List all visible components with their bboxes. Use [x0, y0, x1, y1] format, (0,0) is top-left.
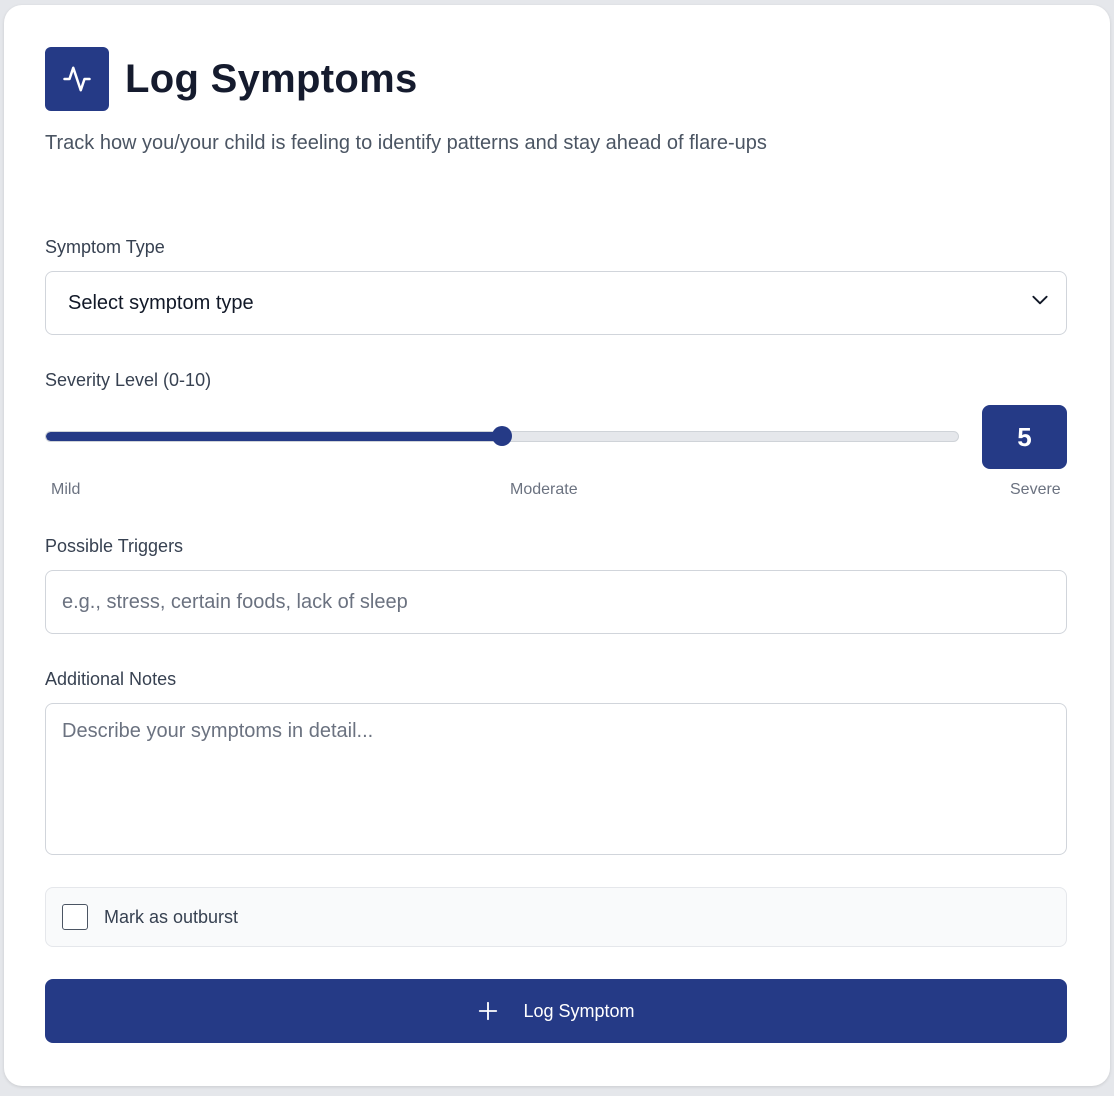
notes-label: Additional Notes	[45, 669, 177, 689]
symptom-type-label: Symptom Type	[45, 237, 165, 257]
severity-scale-mild: Mild	[51, 481, 81, 498]
log-symptoms-card: Log Symptoms Track how you/your child is…	[4, 5, 1110, 1086]
outburst-checkbox-row[interactable]: Mark as outburst	[45, 887, 1067, 947]
header: Log Symptoms	[45, 47, 418, 111]
severity-scale-moderate: Moderate	[510, 481, 578, 498]
log-symptom-button-label: Log Symptom	[523, 1000, 635, 1021]
severity-scale-severe: Severe	[1010, 481, 1061, 498]
outburst-checkbox[interactable]	[62, 904, 88, 930]
activity-icon	[45, 47, 109, 111]
symptom-type-select[interactable]: Select symptom type	[45, 271, 1067, 335]
severity-value-badge: 5	[982, 405, 1067, 469]
severity-label: Severity Level (0-10)	[45, 370, 212, 390]
page-subtitle: Track how you/your child is feeling to i…	[45, 132, 767, 154]
severity-slider[interactable]: 5	[45, 405, 1067, 469]
symptom-type-selected-value: Select symptom type	[68, 291, 254, 314]
plus-icon	[477, 1000, 499, 1022]
chevron-down-icon	[1030, 290, 1050, 316]
severity-slider-thumb[interactable]	[492, 426, 512, 446]
log-symptom-button[interactable]: Log Symptom	[45, 979, 1067, 1043]
notes-textarea[interactable]	[45, 703, 1067, 855]
outburst-checkbox-label[interactable]: Mark as outburst	[104, 907, 238, 928]
triggers-label: Possible Triggers	[45, 536, 184, 556]
triggers-input[interactable]	[45, 570, 1067, 634]
severity-slider-fill	[46, 432, 503, 441]
page-title: Log Symptoms	[125, 56, 418, 101]
